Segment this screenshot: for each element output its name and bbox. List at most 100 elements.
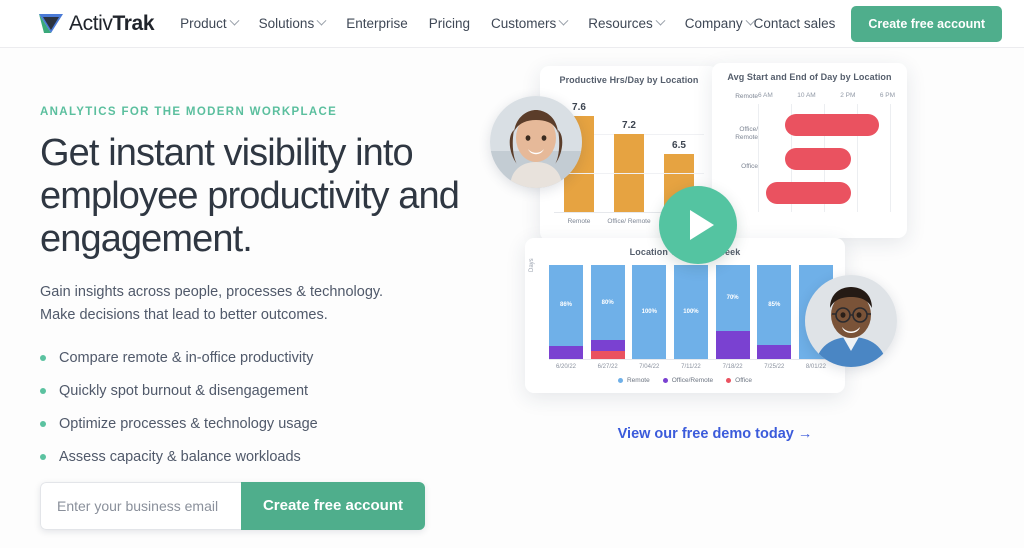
chevron-down-icon: [229, 15, 240, 26]
segment-label: 80%: [601, 299, 614, 306]
nav-item-enterprise[interactable]: Enterprise: [346, 16, 408, 31]
signup-form: Create free account: [40, 481, 425, 530]
benefit-label: Compare remote & in-office productivity: [59, 349, 314, 366]
segment-label: 86%: [559, 302, 572, 309]
legend-item-remote: Remote: [617, 377, 650, 384]
benefit-label: Optimize processes & technology usage: [59, 415, 318, 432]
logo-text-trak: Trak: [112, 11, 155, 35]
legend-swatch-icon: [617, 378, 623, 383]
nav-item-company[interactable]: Company: [684, 15, 756, 31]
legend-swatch-icon: [726, 378, 732, 383]
legend-item-office: Office: [726, 377, 752, 384]
nav-item-solutions[interactable]: Solutions: [258, 15, 327, 31]
y-tick-label: Remote: [735, 93, 758, 100]
hero-visual-column: Productive Hrs/Day by Location 7.6 7.2 6…: [490, 48, 1024, 548]
legend-label: Office: [735, 377, 753, 384]
logo-text-activ: Activ: [69, 11, 113, 35]
x-tick-label: Remote: [567, 218, 591, 225]
y-tick-label: Office/ Remote: [735, 126, 758, 141]
benefit-label: Quickly spot burnout & disengagement: [59, 382, 309, 399]
avatar: [490, 96, 582, 188]
chevron-down-icon: [558, 15, 569, 26]
nav-item-customers[interactable]: Customers: [491, 15, 569, 31]
legend-label: Office/Remote: [671, 377, 714, 384]
chevron-down-icon: [655, 15, 666, 26]
stacked-bar: 70%: [715, 265, 750, 359]
avatar: [805, 275, 897, 367]
stacked-bar: 100%: [632, 265, 667, 359]
view-demo-link[interactable]: View our free demo today →: [555, 426, 875, 442]
nav-actions: Contact sales Create free account: [754, 5, 1003, 42]
list-item: Compare remote & in-office productivity: [40, 350, 500, 366]
stacked-chart-plot-area: 86% 80% 100% 100% 70% 85%: [549, 265, 833, 360]
page-title: Get instant visibility into employee pro…: [40, 132, 460, 260]
hero-subcopy-line2: Make decisions that lead to better outco…: [40, 307, 328, 324]
bar-value-label: 6.5: [672, 140, 686, 151]
segment-label: 70%: [726, 294, 739, 301]
nav-create-free-account-button[interactable]: Create free account: [851, 5, 1003, 42]
y-tick-label: Office: [741, 163, 758, 170]
gantt-bar-office-remote: [785, 148, 852, 170]
segment-office-remote: [757, 344, 792, 359]
play-video-button[interactable]: [659, 186, 737, 264]
x-tick-label: 7/25/22: [764, 364, 785, 370]
legend-item-office-remote: Office/Remote: [662, 377, 714, 384]
nav-item-customers-label: Customers: [491, 16, 557, 31]
chart-title: Productive Hrs/Day by Location: [559, 75, 699, 85]
nav-item-pricing-label: Pricing: [428, 16, 470, 31]
stacked-bar: 86%: [549, 265, 583, 359]
x-tick-label: 7/04/22: [639, 364, 660, 370]
gantt-bar-remote: [785, 114, 879, 136]
gantt-plot-area: [758, 104, 895, 212]
chart-card-start-end-of-day: Avg Start and End of Day by Location 6 A…: [712, 63, 907, 238]
nav-links: Product Solutions Enterprise Pricing Cus…: [180, 15, 756, 31]
x-tick-label: 6 AM: [758, 92, 773, 99]
segment-label: 100%: [683, 309, 699, 315]
nav-item-company-label: Company: [684, 16, 743, 31]
contact-sales-link[interactable]: Contact sales: [754, 16, 836, 31]
nav-item-product-label: Product: [180, 16, 227, 31]
nav-item-solutions-label: Solutions: [258, 16, 315, 31]
list-item: Optimize processes & technology usage: [40, 416, 500, 432]
x-tick-label: 6 PM: [879, 92, 895, 99]
x-tick-label: Office/ Remote: [607, 218, 651, 225]
x-tick-label: 7/11/22: [681, 364, 701, 370]
nav-item-resources-label: Resources: [588, 16, 653, 31]
segment-label: 100%: [641, 309, 657, 315]
chevron-down-icon: [316, 15, 327, 26]
hero-eyebrow: ANALYTICS FOR THE MODERN WORKPLACE: [40, 106, 338, 118]
bar-value-label: 7.2: [622, 120, 636, 131]
x-tick-label: 8/01/22: [805, 364, 826, 370]
x-tick-label: 6/20/22: [555, 364, 577, 370]
stacked-bar: 100%: [673, 265, 708, 359]
activtrak-logo-icon: [39, 13, 63, 33]
hero-subcopy-line1: Gain insights across people, processes &…: [40, 283, 384, 300]
avatar-photo-woman: [490, 96, 582, 188]
x-tick-label: 6/27/22: [597, 364, 618, 370]
y-axis-label: Days: [529, 258, 535, 272]
segment-office-remote: [549, 345, 583, 359]
segment-remote: 86%: [549, 265, 583, 346]
x-tick-label: 10 AM: [797, 92, 816, 99]
nav-item-product[interactable]: Product: [180, 15, 240, 31]
legend-swatch-icon: [662, 378, 668, 383]
gridline: [889, 104, 891, 212]
stacked-bar: 85%: [757, 265, 792, 359]
create-free-account-button[interactable]: Create free account: [240, 481, 425, 530]
list-item: Assess capacity & balance workloads: [40, 449, 500, 465]
chart-title: Avg Start and End of Day by Location: [727, 72, 892, 82]
legend-label: Remote: [626, 377, 650, 384]
segment-remote: 100%: [673, 265, 708, 359]
nav-item-resources[interactable]: Resources: [588, 15, 666, 31]
hero-section: ANALYTICS FOR THE MODERN WORKPLACE Get i…: [0, 48, 1024, 548]
segment-remote: 85%: [757, 265, 792, 345]
activtrak-logo[interactable]: ActivTrak: [38, 11, 155, 36]
bullet-dot-icon: [40, 420, 46, 427]
bar-fill: [614, 134, 644, 212]
segment-remote: 70%: [715, 265, 750, 331]
bullet-dot-icon: [40, 354, 46, 361]
email-field[interactable]: [40, 481, 241, 530]
bullet-dot-icon: [40, 453, 46, 460]
gridline: [758, 104, 759, 212]
nav-item-pricing[interactable]: Pricing: [429, 16, 470, 31]
